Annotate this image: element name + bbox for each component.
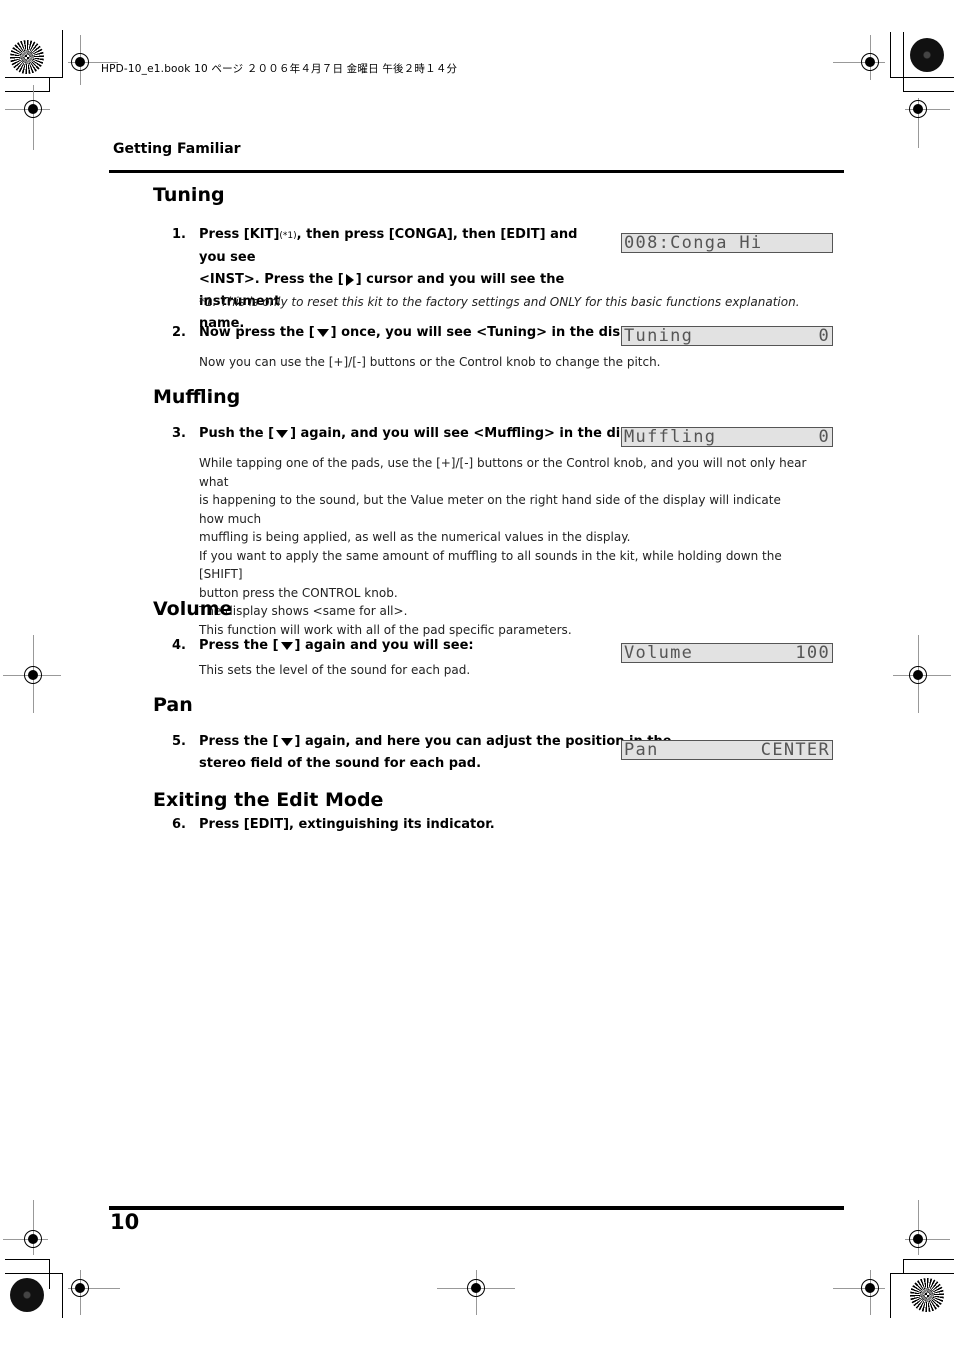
step-text: ] once, you will see <Tuning> in the dis… [330, 325, 655, 340]
body-line: muffling is being applied, as well as th… [199, 530, 631, 544]
down-cursor-icon [280, 737, 293, 746]
footnote-ref: (*1) [279, 231, 297, 241]
step-text: stereo field of the sound for each pad. [199, 756, 482, 771]
crop-mark [49, 1259, 50, 1289]
lcd-value: 0 [818, 427, 830, 447]
lcd-value: 100 [795, 643, 830, 663]
crop-mark [62, 1273, 63, 1318]
step-text: Press [EDIT], extinguishing its indicato… [199, 817, 495, 832]
crop-mark [5, 1259, 50, 1260]
step-text: Press the [ [199, 734, 279, 749]
step-text: Push the [ [199, 426, 275, 441]
step-number: 6. [172, 817, 186, 832]
print-slug: HPD-10_e1.book 10 ページ ２００６年４月７日 金曜日 午後２時… [101, 63, 458, 75]
body-paragraph: While tapping one of the pads, use the [… [199, 454, 809, 639]
lcd-text: Muffling [624, 427, 717, 447]
header-rule [109, 170, 844, 173]
lcd-text: Tuning [624, 326, 694, 346]
down-cursor-icon [316, 328, 329, 337]
page-number: 10 [110, 1210, 140, 1234]
step-text: <INST>. Press the [ [199, 272, 344, 287]
registration-mark-icon [909, 666, 927, 684]
crop-mark [903, 91, 954, 92]
body-text: Now you can use the [+]/[-] buttons or t… [199, 355, 661, 369]
body-line: While tapping one of the pads, use the [… [199, 456, 807, 489]
crop-mark [890, 32, 891, 77]
crop-mark [49, 78, 50, 92]
lcd-text: Volume [624, 643, 694, 663]
section-title-tuning: Tuning [153, 184, 225, 206]
section-title-volume: Volume [153, 598, 233, 620]
crop-mark [5, 91, 50, 92]
lcd-display-instrument: 008:Conga Hi [621, 233, 833, 253]
body-text: This sets the level of the sound for eac… [199, 663, 471, 677]
body-line: If you want to apply the same amount of … [199, 548, 782, 582]
body-line: button press the CONTROL knob. [199, 585, 398, 600]
running-header: Getting Familiar [113, 141, 241, 157]
lcd-display-pan: Pan CENTER [621, 740, 833, 760]
crop-mark [62, 30, 63, 78]
section-title-exit-edit-mode: Exiting the Edit Mode [153, 789, 384, 811]
lcd-value: 0 [818, 326, 830, 346]
lcd-text: Pan [624, 740, 659, 760]
step-text: Press the [ [199, 638, 279, 653]
right-cursor-icon [345, 273, 354, 286]
registration-mark-icon [71, 53, 89, 71]
body-line: is happening to the sound, but the Value… [199, 493, 781, 526]
crop-mark [890, 77, 954, 78]
registration-mark-icon [24, 1230, 42, 1248]
registration-mark-icon [861, 53, 879, 71]
lcd-display-tuning: Tuning 0 [621, 326, 833, 346]
registration-mark-icon [24, 666, 42, 684]
crop-mark [903, 1259, 904, 1274]
lcd-text: 008:Conga Hi [624, 233, 763, 253]
step-text: ] again, and you will see <Muffling> in … [290, 426, 663, 441]
lcd-display-muffling: Muffling 0 [621, 427, 833, 447]
registration-mark-icon [24, 100, 42, 118]
down-cursor-icon [276, 429, 289, 438]
registration-mark-icon [909, 1230, 927, 1248]
step-number: 4. [172, 638, 186, 653]
step-number: 1. [172, 227, 186, 242]
section-title-muffling: Muffling [153, 386, 241, 408]
footer-rule [109, 1206, 844, 1210]
section-title-pan: Pan [153, 694, 193, 716]
body-line: The display shows <same for all>. [199, 604, 408, 618]
step-number: 3. [172, 426, 186, 441]
registration-disc-icon [10, 1278, 44, 1312]
registration-disc-icon [10, 40, 44, 74]
registration-mark-icon [861, 1279, 879, 1297]
registration-mark-icon [467, 1279, 485, 1297]
step-number: 2. [172, 325, 186, 340]
crop-mark [5, 1273, 63, 1274]
crop-mark [903, 32, 904, 92]
footnote: *1: This is only to reset this kit to th… [199, 295, 800, 309]
down-cursor-icon [280, 641, 293, 650]
registration-mark-icon [909, 100, 927, 118]
registration-mark-icon [71, 1279, 89, 1297]
step-text: ] again, and here you can adjust the pos… [294, 734, 672, 749]
step-text: ] again and you will see: [294, 638, 474, 653]
registration-disc-icon [910, 38, 944, 72]
crop-mark [5, 77, 63, 78]
lcd-display-volume: Volume 100 [621, 643, 833, 663]
lcd-value: CENTER [760, 740, 830, 760]
step-text: Press [KIT] [199, 227, 280, 242]
registration-disc-icon [910, 1278, 944, 1312]
crop-mark [903, 1259, 954, 1260]
step-number: 5. [172, 734, 186, 749]
crop-mark [890, 1273, 891, 1318]
step-text: Now press the [ [199, 325, 315, 340]
crop-mark [890, 1273, 954, 1274]
